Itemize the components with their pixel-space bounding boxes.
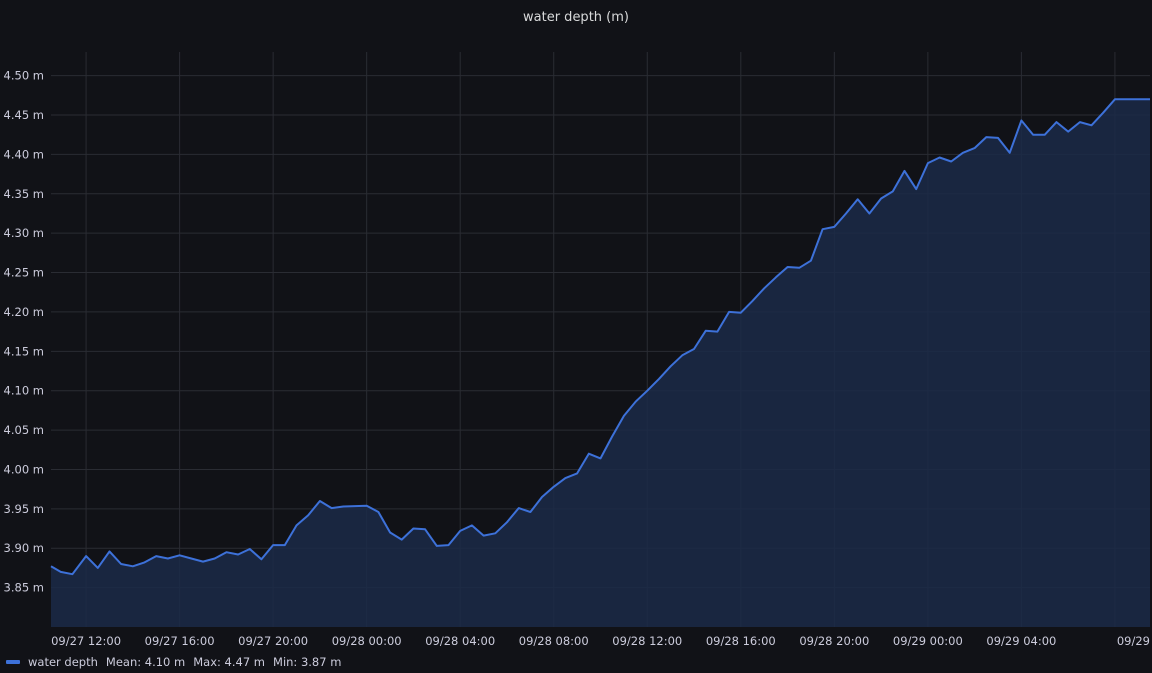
legend-swatch: [6, 660, 20, 664]
x-tick-label: 09/28 12:00: [612, 634, 682, 648]
y-tick-label: 4.10 m: [4, 384, 44, 398]
y-tick-label: 4.50 m: [4, 69, 44, 83]
y-tick-label: 4.30 m: [4, 226, 44, 240]
y-tick-label: 4.05 m: [4, 423, 44, 437]
x-tick-label: 09/27 16:00: [145, 634, 215, 648]
y-tick-label: 3.95 m: [4, 502, 44, 516]
x-tick-label: 09/27 20:00: [238, 634, 308, 648]
y-tick-label: 3.90 m: [4, 541, 44, 555]
x-tick-label: 09/29 04:00: [986, 634, 1056, 648]
x-tick-label: 09/28 00:00: [332, 634, 402, 648]
x-tick-label: 09/28 20:00: [799, 634, 869, 648]
legend-mean: Mean: 4.10 m: [105, 655, 186, 669]
y-tick-label: 4.15 m: [4, 344, 44, 358]
x-tick-label: 09/29 00:00: [893, 634, 963, 648]
area-chart[interactable]: 3.85 m 3.90 m 3.95 m 4.00 m 4.05 m 4.10 m 4.15…: [0, 0, 1152, 673]
y-tick-label: 4.40 m: [4, 147, 44, 161]
y-tick-label: 3.85 m: [4, 581, 44, 595]
y-axis-ticks: 3.85 m 3.90 m 3.95 m 4.00 m 4.05 m 4.10 m 4.15…: [4, 69, 44, 595]
legend[interactable]: water depth Mean: 4.10 m Max: 4.47 m Min…: [6, 655, 341, 669]
x-tick-label: 09/29: [1117, 634, 1150, 648]
y-tick-label: 4.20 m: [4, 305, 44, 319]
legend-min: Min: 3.87 m: [273, 655, 342, 669]
y-tick-label: 4.35 m: [4, 187, 44, 201]
x-tick-label: 09/28 08:00: [519, 634, 589, 648]
x-tick-label: 09/27 12:00: [51, 634, 121, 648]
x-axis-ticks: 09/27 12:00 09/27 16:00 09/27 20:00 09/28 0…: [51, 634, 1150, 648]
legend-max: Max: 4.47 m: [193, 655, 266, 669]
x-tick-label: 09/28 04:00: [425, 634, 495, 648]
x-tick-label: 09/28 16:00: [706, 634, 776, 648]
chart-panel: water depth (m) 3.85 m 3.90 m 3.95 m 4.00 m…: [0, 0, 1152, 673]
y-tick-label: 4.00 m: [4, 462, 44, 476]
legend-series-name[interactable]: water depth: [28, 655, 98, 669]
y-tick-label: 4.45 m: [4, 108, 44, 122]
y-tick-label: 4.25 m: [4, 266, 44, 280]
